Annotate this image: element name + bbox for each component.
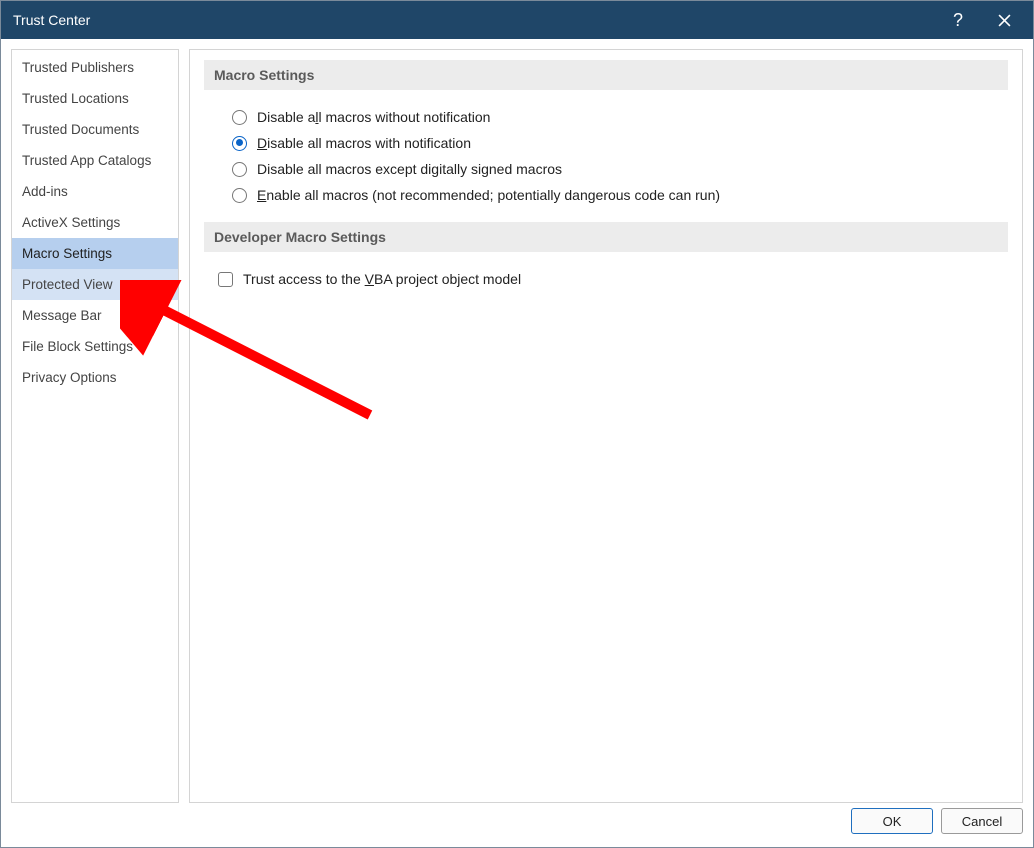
sidebar-item-macro-settings[interactable]: Macro Settings — [12, 238, 178, 269]
checkbox-icon — [218, 272, 233, 287]
radio-icon — [232, 110, 247, 125]
sidebar-item-activex-settings[interactable]: ActiveX Settings — [12, 207, 178, 238]
radio-disable-except-signed[interactable]: Disable all macros except digitally sign… — [204, 156, 1008, 182]
dialog-body: Trusted Publishers Trusted Locations Tru… — [1, 39, 1033, 803]
radio-label: Enable all macros (not recommended; pote… — [257, 187, 720, 203]
sidebar-item-file-block-settings[interactable]: File Block Settings — [12, 331, 178, 362]
radio-icon — [232, 162, 247, 177]
sidebar-item-trusted-documents[interactable]: Trusted Documents — [12, 114, 178, 145]
sidebar-item-protected-view[interactable]: Protected View — [12, 269, 178, 300]
help-button[interactable]: ? — [935, 1, 981, 39]
close-button[interactable] — [981, 1, 1027, 39]
radio-disable-no-notify[interactable]: Disable all macros without notification — [204, 104, 1008, 130]
radio-label: Disable all macros with notification — [257, 135, 471, 151]
radio-icon — [232, 188, 247, 203]
window-title: Trust Center — [13, 12, 935, 28]
radio-disable-with-notify[interactable]: Disable all macros with notification — [204, 130, 1008, 156]
developer-macro-settings-header: Developer Macro Settings — [204, 222, 1008, 252]
checkbox-trust-vba[interactable]: Trust access to the VBA project object m… — [204, 266, 1008, 292]
sidebar-item-message-bar[interactable]: Message Bar — [12, 300, 178, 331]
settings-content: Macro Settings Disable all macros withou… — [189, 49, 1023, 803]
macro-settings-header: Macro Settings — [204, 60, 1008, 90]
dialog-footer: OK Cancel — [1, 803, 1033, 847]
radio-label: Disable all macros except digitally sign… — [257, 161, 562, 177]
category-sidebar: Trusted Publishers Trusted Locations Tru… — [11, 49, 179, 803]
trust-center-dialog: Trust Center ? Trusted Publishers Truste… — [0, 0, 1034, 848]
sidebar-item-privacy-options[interactable]: Privacy Options — [12, 362, 178, 393]
sidebar-item-trusted-publishers[interactable]: Trusted Publishers — [12, 52, 178, 83]
radio-enable-all[interactable]: Enable all macros (not recommended; pote… — [204, 182, 1008, 208]
radio-icon — [232, 136, 247, 151]
radio-label: Disable all macros without notification — [257, 109, 490, 125]
sidebar-item-add-ins[interactable]: Add-ins — [12, 176, 178, 207]
sidebar-item-trusted-app-catalogs[interactable]: Trusted App Catalogs — [12, 145, 178, 176]
close-icon — [998, 14, 1011, 27]
sidebar-item-trusted-locations[interactable]: Trusted Locations — [12, 83, 178, 114]
titlebar: Trust Center ? — [1, 1, 1033, 39]
ok-button[interactable]: OK — [851, 808, 933, 834]
checkbox-label: Trust access to the VBA project object m… — [243, 271, 521, 287]
cancel-button[interactable]: Cancel — [941, 808, 1023, 834]
